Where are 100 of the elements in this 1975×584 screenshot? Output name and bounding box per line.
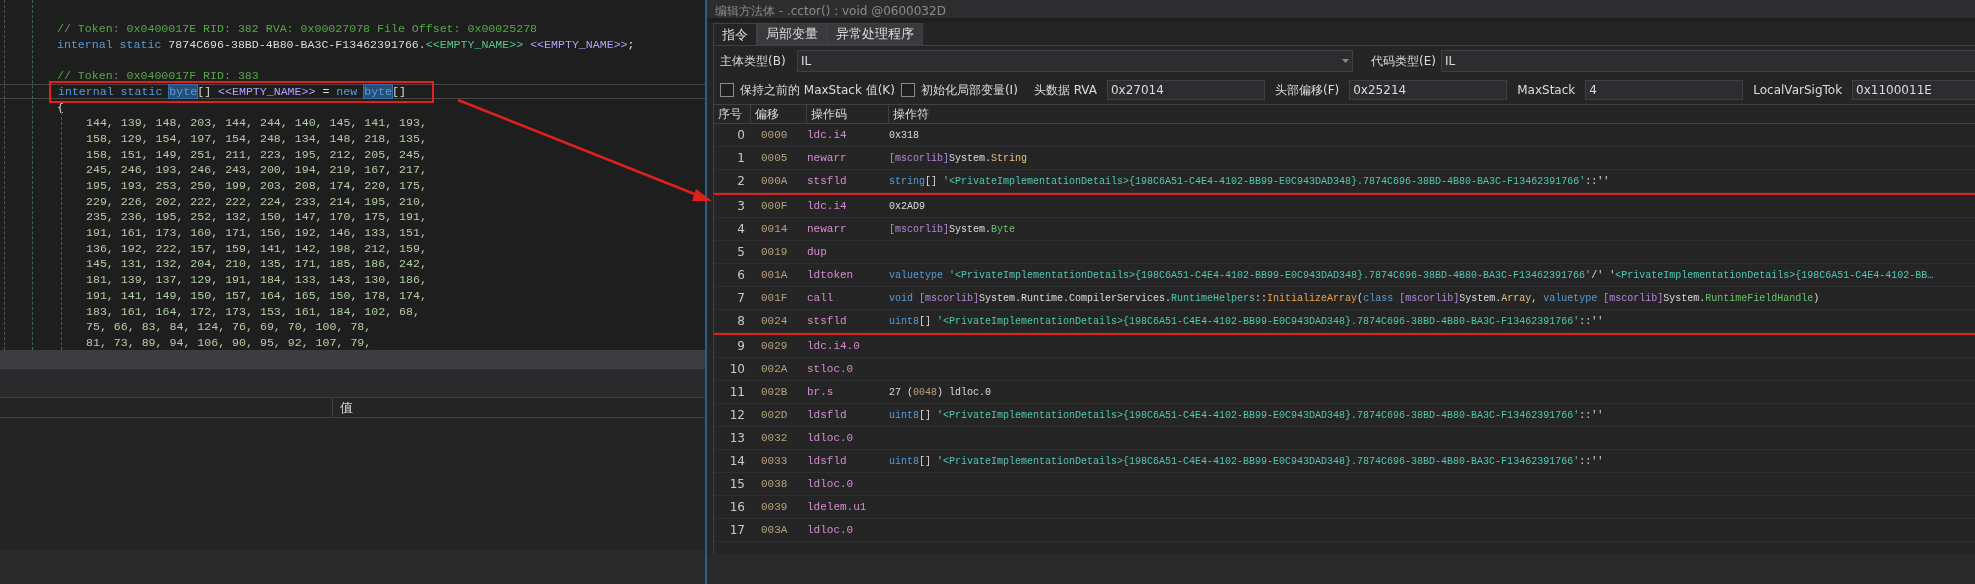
- column-header: 序号: [714, 105, 751, 123]
- row-opcode: stloc.0: [807, 361, 855, 377]
- row-opcode: stsfld: [807, 173, 848, 189]
- row-opcode: ldc.i4: [807, 127, 848, 143]
- code-type-field[interactable]: IL: [1441, 50, 1975, 72]
- column-header: 操作符: [889, 105, 1975, 123]
- field-label: 主体类型(B): [720, 53, 787, 70]
- input-field[interactable]: 0x27014: [1106, 80, 1265, 100]
- code-line: 191, 141, 149, 150, 157, 164, 165, 150, 178, 174,: [86, 287, 427, 304]
- code-line: 145, 131, 132, 204, 210, 135, 171, 185, 186, 242,: [86, 256, 427, 273]
- row-opcode: newarr: [807, 221, 848, 237]
- input-field[interactable]: 4: [1585, 80, 1744, 100]
- row-offset: 0005: [760, 150, 789, 166]
- row-index: 9: [736, 338, 746, 355]
- window-title: 编辑方法体 - .cctor() : void @0600032D: [715, 4, 946, 18]
- row-opcode: stsfld: [807, 313, 848, 329]
- row-opcode: ldsfld: [807, 453, 848, 469]
- column-header: 值: [339, 399, 353, 417]
- row-offset: 0024: [760, 313, 789, 329]
- row-opcode: ldsfld: [807, 407, 848, 423]
- row-opcode: ldloc.0: [807, 522, 855, 538]
- code-line: 136, 192, 222, 157, 159, 141, 142, 198, 212, 159,: [86, 240, 427, 257]
- row-index: 10: [728, 361, 746, 378]
- row-offset: 001A: [760, 267, 789, 283]
- code-line: 158, 151, 149, 251, 211, 223, 195, 212, 205, 245,: [86, 146, 427, 163]
- row-operand: [mscorlib]System.String: [889, 151, 1028, 166]
- column-header: 偏移: [751, 105, 807, 123]
- row-opcode: ldc.i4.0: [807, 338, 861, 354]
- row-offset: 0033: [760, 453, 789, 469]
- field-label: 头部偏移(F): [1274, 82, 1340, 99]
- row-operand: valuetype '<PrivateImplementationDetails>{198C6A51-C4E4-4102-BB99-E0C943DAD348}.7874C696-38BD-4B80-BA3C-F13462391766'/' '<PrivateImplementationDetails>{198C6A51-C4E4-4102-BB…: [889, 268, 1934, 283]
- code-line: // Token: 0x0400017F RID: 383: [57, 69, 259, 83]
- code-line: 158, 129, 154, 197, 154, 248, 134, 148, 218, 135,: [86, 130, 427, 147]
- field-label: 头数据 RVA: [1033, 82, 1097, 99]
- row-offset: 002A: [760, 361, 789, 377]
- checkbox-label: 保持之前的 MaxStack 值(K): [740, 82, 895, 99]
- row-operand: uint8[] '<PrivateImplementationDetails>{198C6A51-C4E4-4102-BB99-E0C943DAD348}.7874C696-38BD-4B80-BA3C-F13462391766'::'': [889, 314, 1604, 329]
- row-opcode: ldelem.u1: [807, 499, 868, 515]
- row-index: 13: [728, 430, 746, 447]
- code-line: 191, 161, 173, 160, 171, 156, 192, 146, 133, 151,: [86, 225, 427, 242]
- input-field[interactable]: 0x25214: [1349, 80, 1508, 100]
- row-operand: uint8[] '<PrivateImplementationDetails>{198C6A51-C4E4-4102-BB99-E0C943DAD348}.7874C696-38BD-4B80-BA3C-F13462391766'::'': [889, 408, 1604, 423]
- row-offset: 001F: [760, 290, 789, 306]
- row-index: 6: [736, 267, 746, 284]
- row-offset: 000A: [760, 173, 789, 189]
- row-offset: 0032: [760, 430, 789, 446]
- checkbox[interactable]: [900, 83, 915, 97]
- code-line: 245, 246, 193, 246, 243, 200, 194, 219, 167, 217,: [86, 162, 427, 179]
- code-line: internal static 7874C696-38BD-4B80-BA3C-F13462391766.<<EMPTY_NAME>> <<EMPTY_NAME>>;: [57, 37, 635, 51]
- code-line: 235, 236, 195, 252, 132, 150, 147, 170, 175, 191,: [86, 209, 427, 226]
- row-opcode: dup: [807, 244, 828, 260]
- tab[interactable]: 异常处理程序: [827, 23, 923, 45]
- row-index: 12: [728, 407, 746, 424]
- column-header: 操作码: [807, 105, 889, 123]
- row-opcode: newarr: [807, 150, 848, 166]
- code-line: 144, 139, 148, 203, 144, 244, 140, 145, 141, 193,: [86, 115, 427, 132]
- input-field[interactable]: 0x1100011E: [1852, 80, 1975, 100]
- body-type-dropdown[interactable]: IL: [797, 50, 1353, 72]
- row-index: 16: [728, 499, 746, 516]
- checkbox[interactable]: [720, 83, 734, 97]
- row-index: 5: [736, 244, 746, 261]
- row-index: 4: [736, 221, 746, 238]
- row-offset: 002B: [760, 384, 789, 400]
- tab[interactable]: 指令: [713, 23, 757, 45]
- tab[interactable]: 局部变量: [757, 23, 827, 45]
- row-operand: 0x2AD9: [889, 199, 925, 214]
- row-index: 7: [736, 290, 746, 307]
- row-offset: 0039: [760, 499, 789, 515]
- field-label: LocalVarSigTok: [1753, 82, 1843, 99]
- row-operand: 0x318: [889, 128, 919, 143]
- code-line: 195, 193, 253, 250, 199, 203, 208, 174, 220, 175,: [86, 178, 427, 195]
- row-offset: 0014: [760, 221, 789, 237]
- row-operand: uint8[] '<PrivateImplementationDetails>{198C6A51-C4E4-4102-BB99-E0C943DAD348}.7874C696-38BD-4B80-BA3C-F13462391766'::'': [889, 454, 1604, 469]
- row-operand: 27 (0048) ldloc.0: [889, 385, 992, 400]
- row-index: 17: [728, 522, 746, 539]
- row-opcode: ldloc.0: [807, 430, 855, 446]
- row-offset: 0000: [760, 127, 789, 143]
- row-opcode: ldc.i4: [807, 198, 848, 214]
- row-offset: 000F: [760, 198, 789, 214]
- row-index: 14: [728, 453, 746, 470]
- code-line: 75, 66, 83, 84, 124, 76, 69, 70, 100, 78,: [86, 319, 372, 336]
- row-index: 11: [728, 384, 746, 401]
- code-line: // Token: 0x0400017E RID: 382 RVA: 0x00027078 File Offset: 0x00025278: [57, 22, 538, 36]
- row-index: 0: [736, 127, 746, 144]
- row-index: 2: [736, 173, 746, 190]
- row-opcode: call: [807, 290, 835, 306]
- row-offset: 003A: [760, 522, 789, 538]
- code-line: 181, 139, 137, 129, 191, 184, 133, 143, 130, 186,: [86, 272, 427, 289]
- row-operand: [mscorlib]System.Byte: [889, 222, 1016, 237]
- field-label: MaxStack: [1517, 82, 1576, 99]
- code-line: 229, 226, 202, 222, 222, 224, 233, 214, 195, 210,: [86, 193, 427, 210]
- row-offset: 0038: [760, 476, 789, 492]
- row-offset: 0019: [760, 244, 789, 260]
- row-operand: string[] '<PrivateImplementationDetails>{198C6A51-C4E4-4102-BB99-E0C943DAD348}.7874C696-38BD-4B80-BA3C-F13462391766'::'': [889, 174, 1610, 189]
- caret-icon: [1342, 59, 1349, 63]
- row-offset: 002D: [760, 407, 789, 423]
- row-opcode: ldtoken: [807, 267, 855, 283]
- row-offset: 0029: [760, 338, 789, 354]
- checkbox-label: 初始化局部变量(I): [920, 82, 1018, 99]
- row-index: 8: [736, 313, 746, 330]
